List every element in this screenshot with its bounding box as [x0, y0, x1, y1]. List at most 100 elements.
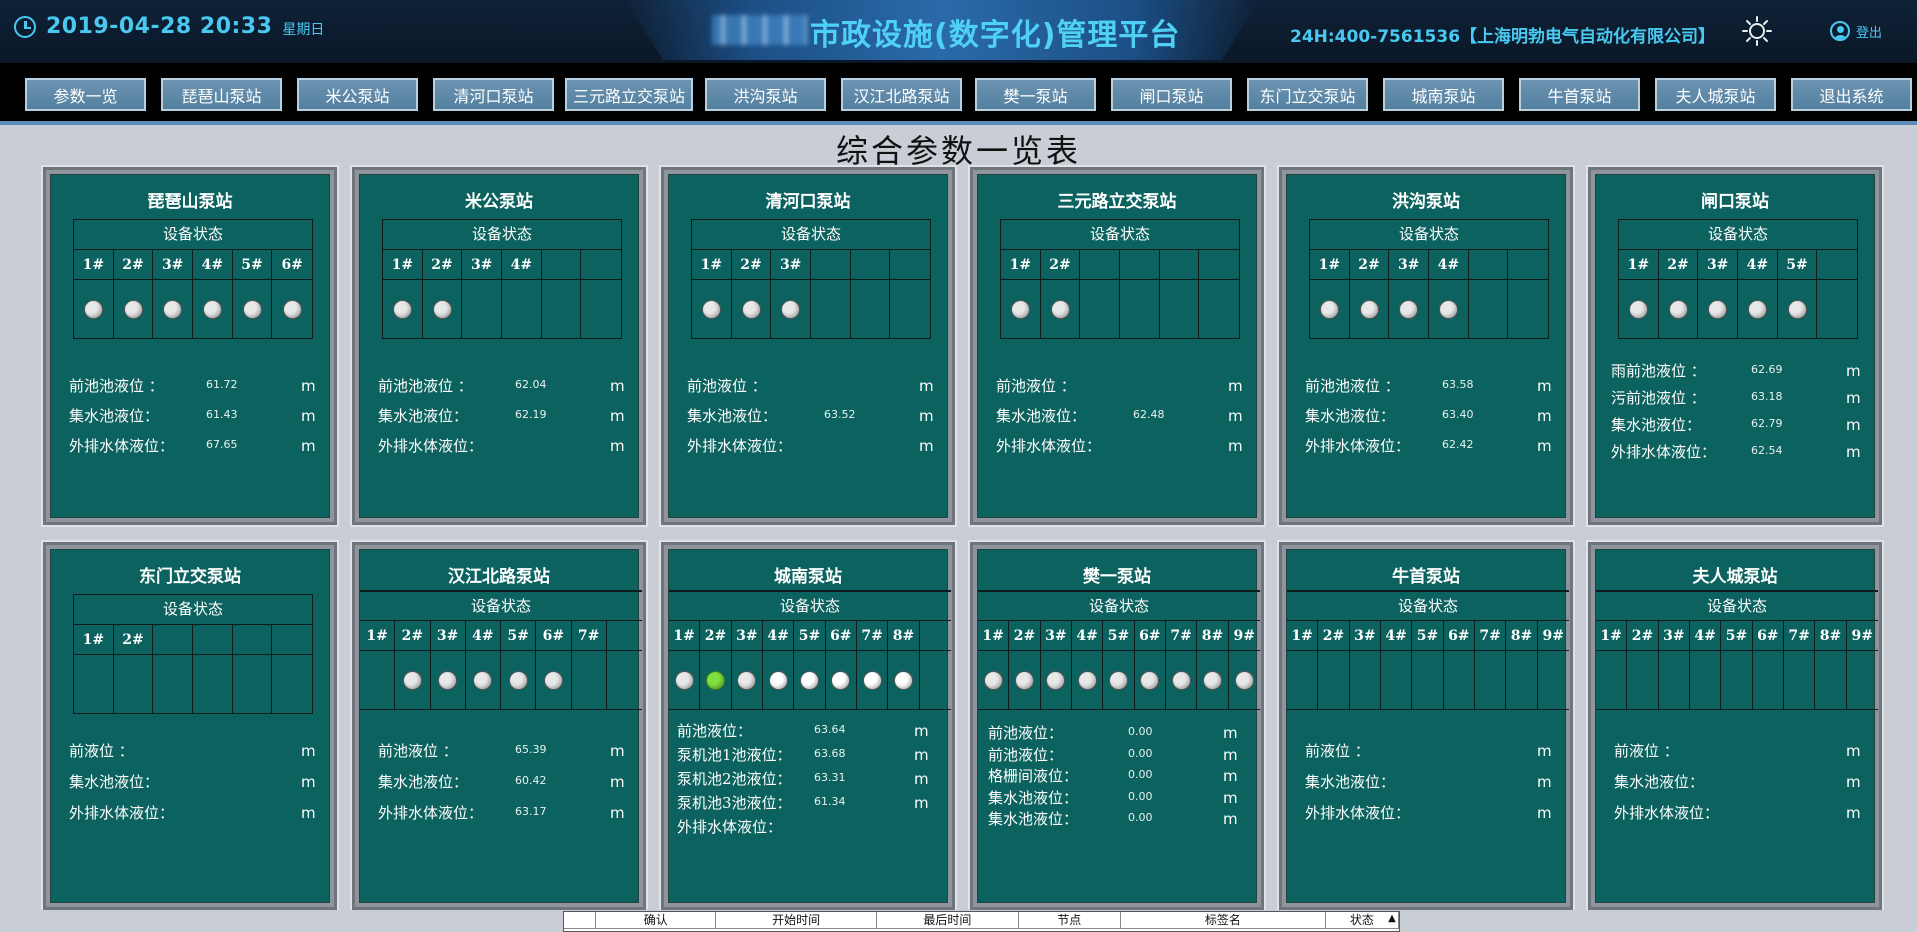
- nav-button-6[interactable]: 汉江北路泵站: [841, 78, 962, 111]
- param-value: 63.52: [824, 408, 856, 421]
- pump-label: 5#: [1778, 250, 1818, 279]
- pump-lamp-cell: [607, 651, 642, 709]
- pump-lamp-row: [1287, 651, 1569, 709]
- pump-status-lamp: [741, 299, 761, 319]
- pump-lamp-cell: [272, 655, 312, 713]
- param-value: 65.39: [515, 743, 547, 756]
- param-unit: m: [1846, 773, 1861, 791]
- param-unit: m: [914, 746, 929, 764]
- param-unit: m: [919, 437, 934, 455]
- param-unit: m: [1223, 788, 1238, 807]
- param-unit: m: [301, 407, 316, 425]
- pump-lamp-cell: [536, 651, 572, 709]
- pump-status-lamp: [831, 670, 851, 690]
- pump-status-lamp: [1747, 299, 1767, 319]
- pump-lamp-cell: [1817, 280, 1857, 338]
- alarm-column-header[interactable]: 最后时间: [877, 912, 1019, 929]
- pump-status-lamp: [1668, 299, 1688, 319]
- pump-lamp-cell: [502, 280, 542, 338]
- pump-label-row: 1# 2# 3# 4# 5# 6# 7# 8# 9#: [978, 621, 1260, 651]
- pump-lamp-cell: [1506, 651, 1538, 709]
- pump-label: [542, 250, 582, 279]
- nav-button-10[interactable]: 城南泵站: [1383, 78, 1504, 111]
- nav-button-5[interactable]: 洪沟泵站: [705, 78, 826, 111]
- param-label: 集水池液位：: [1305, 773, 1396, 791]
- param-value: 60.42: [515, 774, 547, 787]
- nav-button-2[interactable]: 米公泵站: [297, 78, 418, 111]
- pump-lamp-cell: [1738, 280, 1778, 338]
- param-value: 0.00: [1128, 768, 1153, 781]
- pump-lamp-cell: [1120, 280, 1160, 338]
- nav-button-1[interactable]: 琵琶山泵站: [161, 78, 282, 111]
- param-value: 63.31: [814, 771, 846, 784]
- device-status-header: 设备状态: [669, 591, 951, 621]
- pump-lamp-cell: [692, 280, 732, 338]
- nav-button-3[interactable]: 清河口泵站: [433, 78, 554, 111]
- pump-label-row: 1# 2# 3# 4#: [1310, 250, 1548, 280]
- param-unit: m: [610, 804, 625, 822]
- pump-lamp-cell: [794, 651, 826, 709]
- device-status-header: 设备状态: [383, 220, 621, 250]
- pump-lamp-cell: [978, 651, 1010, 709]
- param-unit: m: [1846, 443, 1861, 461]
- logout-button[interactable]: 登出: [1830, 21, 1882, 41]
- scroll-up-icon[interactable]: ▲: [1385, 912, 1399, 926]
- nav-button-13[interactable]: 退出系统: [1791, 78, 1912, 111]
- pump-lamp-cell: [153, 655, 194, 713]
- nav-button-4[interactable]: 三元路立交泵站: [565, 78, 693, 111]
- param-unit: m: [301, 742, 316, 760]
- user-icon: [1830, 21, 1850, 41]
- param-unit: m: [1537, 773, 1552, 791]
- pump-label: 4#: [1381, 621, 1413, 650]
- pump-lamp-cell: [1041, 280, 1081, 338]
- pump-label: 3#: [431, 621, 466, 650]
- pump-lamp-cell: [1310, 280, 1350, 338]
- station-card: 洪沟泵站 设备状态 1# 2# 3# 4# 前池池液位 ： 63.58 m 集水池液位： 63.40…: [1277, 165, 1575, 527]
- param-value: 63.58: [1442, 378, 1474, 391]
- nav-button-11[interactable]: 牛首泵站: [1519, 78, 1640, 111]
- alarm-column-header[interactable]: 确认: [596, 912, 717, 929]
- pump-status-lamp: [1359, 299, 1379, 319]
- pump-lamp-cell: [74, 280, 114, 338]
- nav-button-9[interactable]: 东门立交泵站: [1247, 78, 1368, 111]
- pump-label: 1#: [978, 621, 1010, 650]
- station-name: 洪沟泵站: [1392, 192, 1460, 212]
- alarm-column-header[interactable]: 开始时间: [716, 912, 878, 929]
- station-card-body: 清河口泵站 设备状态 1# 2# 3# 前池液位 ： m 集水池液位： 63.52 m 外排水体液位…: [668, 174, 948, 518]
- param-unit: m: [919, 377, 934, 395]
- nav-button-12[interactable]: 夫人城泵站: [1655, 78, 1776, 111]
- pump-label: [153, 625, 194, 654]
- pump-lamp-cell: [462, 280, 503, 338]
- nav-button-7[interactable]: 樊一泵站: [975, 78, 1096, 111]
- station-card-body: 三元路立交泵站 设备状态 1# 2# 前池液位 ： m 集水池液位： 62.48 m 外排水体液位…: [977, 174, 1257, 518]
- pump-lamp-cell: [1784, 651, 1816, 709]
- nav-button-0[interactable]: 参数一览: [25, 78, 146, 111]
- station-name: 琵琶山泵站: [147, 192, 233, 212]
- alarm-column-header[interactable]: 节点: [1018, 912, 1121, 929]
- pump-label-row: 1# 2# 3# 4# 5#: [1619, 250, 1857, 280]
- pump-lamp-cell: [1778, 280, 1818, 338]
- brightness-icon[interactable]: [1742, 16, 1772, 46]
- nav-button-8[interactable]: 闸口泵站: [1111, 78, 1232, 111]
- pump-label: 1#: [692, 250, 732, 279]
- pump-lamp-cell: [888, 651, 920, 709]
- param-unit: m: [610, 742, 625, 760]
- alarm-column-header[interactable]: 标签名: [1120, 912, 1326, 929]
- pump-label: 1#: [1596, 621, 1628, 650]
- pump-label: 2#: [732, 250, 772, 279]
- pump-lamp-row: [669, 651, 951, 709]
- param-unit: m: [1223, 767, 1238, 785]
- pump-lamp-cell: [466, 651, 501, 709]
- pump-status-lamp: [983, 670, 1003, 690]
- clock-icon: [14, 15, 36, 38]
- param-label: 前液位 ：: [69, 742, 134, 760]
- station-card: 樊一泵站 设备状态 1# 2# 3# 4# 5# 6# 7# 8# 9# 前池液位： 0.00 m 前池液位…: [968, 540, 1266, 912]
- datetime: 2019-04-28 20:33: [46, 14, 273, 39]
- pump-lamp-cell: [233, 280, 273, 338]
- pump-status-lamp: [473, 670, 493, 690]
- navbar: 参数一览 琵琶山泵站 米公泵站 清河口泵站 三元路立交泵站 洪沟泵站 汉江北路泵站 樊一泵站闸…: [0, 63, 1917, 125]
- blurred-city-name: [712, 15, 807, 45]
- pump-status-lamp: [392, 299, 412, 319]
- pump-label: [851, 250, 891, 279]
- pump-lamp-cell: [423, 280, 463, 338]
